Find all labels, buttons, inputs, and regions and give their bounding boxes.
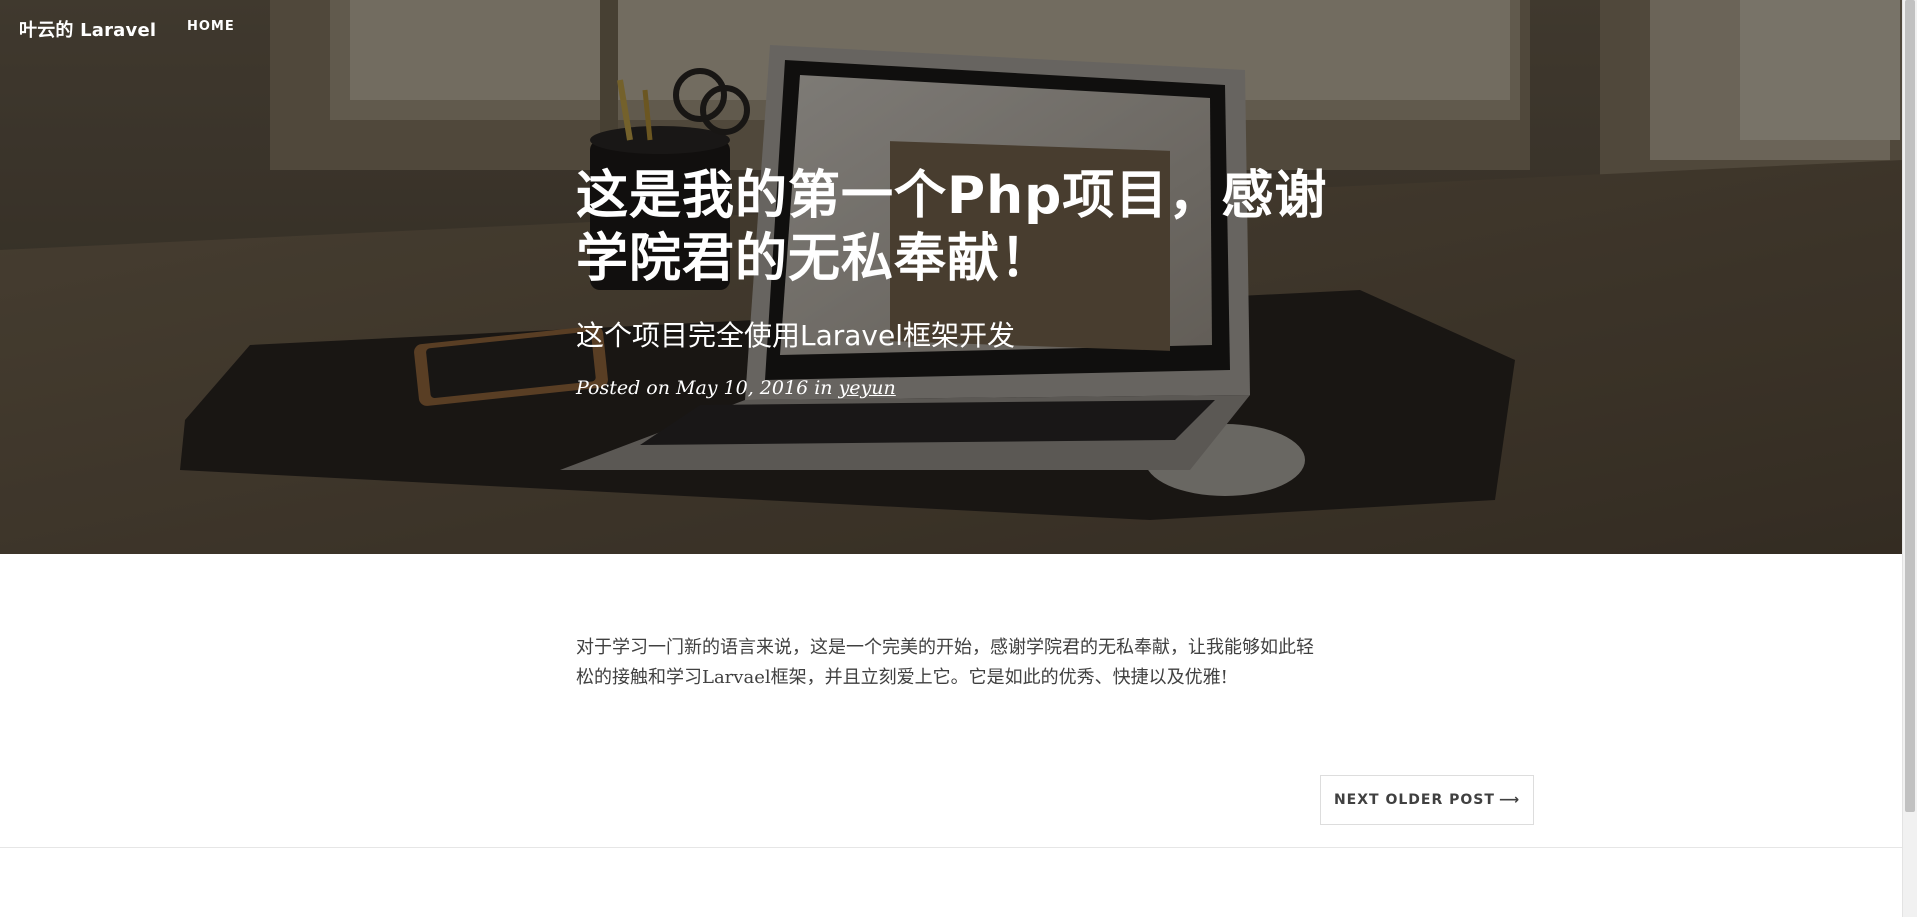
site-brand-link[interactable]: 叶云的 Laravel — [19, 16, 156, 42]
scrollbar-thumb[interactable] — [1905, 0, 1915, 812]
post-meta-date: Posted on May 10, 2016 in — [576, 377, 833, 399]
footer-divider — [0, 847, 1902, 848]
next-older-post-button[interactable]: NEXT OLDER POST ⟶ — [1320, 775, 1534, 825]
page: 叶云的 Laravel HOME 这是我的第一个Php项目，感谢学院君的无私奉献… — [0, 0, 1917, 917]
arrow-right-icon: ⟶ — [1498, 792, 1521, 808]
nav-link-home[interactable]: HOME — [187, 19, 235, 34]
post-heading: 这是我的第一个Php项目，感谢学院君的无私奉献！ 这个项目完全使用Laravel… — [576, 165, 1336, 401]
post-subtitle: 这个项目完全使用Laravel框架开发 — [576, 319, 1016, 352]
top-navbar: 叶云的 Laravel HOME — [0, 0, 1902, 56]
page-scrollbar[interactable] — [1902, 0, 1917, 917]
post-body-paragraph: 对于学习一门新的语言来说，这是一个完美的开始，感谢学院君的无私奉献，让我能够如此… — [576, 637, 1314, 688]
post-author-link[interactable]: yeyun — [839, 377, 896, 399]
next-older-post-label: NEXT OLDER POST — [1333, 792, 1495, 808]
post-meta: Posted on May 10, 2016 in yeyun — [576, 375, 1336, 401]
hero-header: 叶云的 Laravel HOME 这是我的第一个Php项目，感谢学院君的无私奉献… — [0, 0, 1902, 554]
post-body: 对于学习一门新的语言来说，这是一个完美的开始，感谢学院君的无私奉献，让我能够如此… — [576, 633, 1326, 693]
post-title: 这是我的第一个Php项目，感谢学院君的无私奉献！ — [576, 166, 1328, 289]
